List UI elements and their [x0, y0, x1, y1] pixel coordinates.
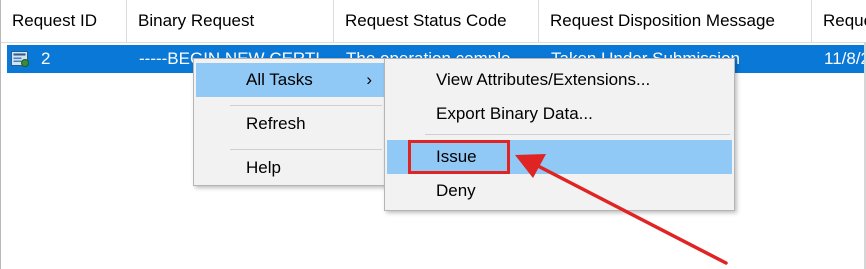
annotation-arrow-icon — [515, 154, 728, 265]
